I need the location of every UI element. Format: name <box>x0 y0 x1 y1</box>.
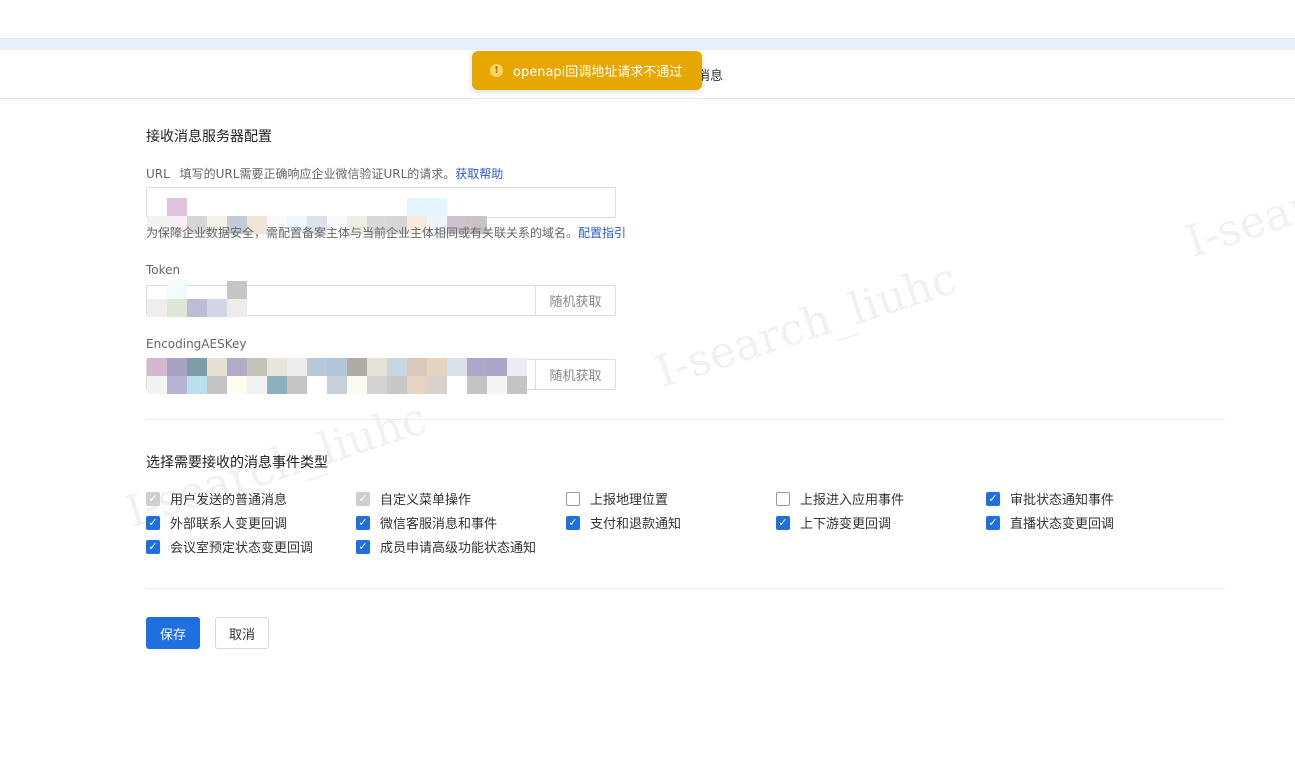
watermark: I-search_liuhc <box>1179 122 1295 269</box>
checkbox[interactable]: ✓ <box>776 515 790 530</box>
checkbox[interactable]: ✓ <box>986 515 1000 530</box>
event-checkbox-item[interactable]: ✓ 审批状态通知事件 <box>986 489 1114 508</box>
aes-label: EncodingAESKey <box>146 337 247 351</box>
check-icon: ✓ <box>148 540 158 553</box>
event-checkbox-label: 支付和退款通知 <box>590 517 682 532</box>
get-help-link[interactable]: 获取帮助 <box>455 167 503 181</box>
token-value-redacted <box>147 281 267 317</box>
event-checkbox-label: 微信客服消息和事件 <box>380 517 498 532</box>
events-title: 选择需要接收的消息事件类型 <box>146 455 328 471</box>
token-label: Token <box>146 263 181 277</box>
checkbox[interactable]: ✓ <box>356 539 370 554</box>
token-random-button[interactable]: 随机获取 <box>535 285 616 316</box>
section-divider <box>146 419 1225 420</box>
url-label-row: URL 填写的URL需要正确响应企业微信验证URL的请求。获取帮助 <box>146 165 503 182</box>
event-checkbox-label: 直播状态变更回调 <box>1010 517 1115 532</box>
check-icon: ✓ <box>148 516 158 529</box>
checkbox[interactable] <box>566 491 580 506</box>
checkbox[interactable]: ✓ <box>566 515 580 530</box>
url-label: URL <box>146 167 170 181</box>
warning-icon: ! <box>490 64 503 77</box>
check-icon: ✓ <box>988 516 998 529</box>
event-checkbox-label: 外部联系人变更回调 <box>170 517 288 532</box>
watermark: I-search_liuhc <box>649 252 963 399</box>
event-checkbox-item[interactable]: ✓ 上下游变更回调 <box>776 513 891 532</box>
event-checkbox-item: ✓ 自定义菜单操作 <box>356 489 471 508</box>
event-checkbox-label: 用户发送的普通消息 <box>170 493 288 508</box>
aes-random-button[interactable]: 随机获取 <box>535 359 616 390</box>
check-icon: ✓ <box>988 492 998 505</box>
event-checkbox-item[interactable]: ✓ 外部联系人变更回调 <box>146 513 287 532</box>
event-checkbox-item[interactable]: ✓ 支付和退款通知 <box>566 513 681 532</box>
warning-toast: ! openapi回调地址请求不通过 <box>472 51 702 90</box>
checkbox[interactable] <box>776 491 790 506</box>
event-checkbox-label: 会议室预定状态变更回调 <box>170 541 314 556</box>
check-icon: ✓ <box>148 492 158 505</box>
check-icon: ✓ <box>358 540 368 553</box>
checkbox[interactable]: ✓ <box>986 491 1000 506</box>
cancel-button[interactable]: 取消 <box>215 617 269 649</box>
checkbox[interactable]: ✓ <box>356 515 370 530</box>
event-checkbox-item[interactable]: ✓ 微信客服消息和事件 <box>356 513 497 532</box>
url-domain-note: 为保障企业数据安全，需配置备案主体与当前企业主体相同或有关联关系的域名。配置指引 <box>146 224 626 241</box>
header-strip <box>0 39 1295 50</box>
checkbox[interactable]: ✓ <box>146 539 160 554</box>
server-config-title: 接收消息服务器配置 <box>146 129 272 145</box>
event-checkbox-item[interactable]: 上报地理位置 <box>566 489 668 508</box>
event-checkbox-item: ✓ 用户发送的普通消息 <box>146 489 287 508</box>
aes-value-redacted <box>147 358 527 394</box>
event-checkbox-item[interactable]: ✓ 直播状态变更回调 <box>986 513 1114 532</box>
top-header <box>0 0 1295 39</box>
event-checkbox-label: 审批状态通知事件 <box>1010 493 1115 508</box>
config-guide-link[interactable]: 配置指引 <box>578 226 626 240</box>
checkbox[interactable]: ✓ <box>146 515 160 530</box>
event-checkbox-label: 上报进入应用事件 <box>800 493 905 508</box>
check-icon: ✓ <box>358 516 368 529</box>
event-checkbox-label: 成员申请高级功能状态通知 <box>380 541 537 556</box>
section-divider <box>146 588 1225 589</box>
checkbox: ✓ <box>356 491 370 506</box>
event-checkbox-label: 上报地理位置 <box>590 493 669 508</box>
save-button[interactable]: 保存 <box>146 617 200 649</box>
url-help-text: 填写的URL需要正确响应企业微信验证URL的请求。 <box>179 167 456 181</box>
event-checkbox-item[interactable]: 上报进入应用事件 <box>776 489 904 508</box>
check-icon: ✓ <box>778 516 788 529</box>
url-domain-note-text: 为保障企业数据安全，需配置备案主体与当前企业主体相同或有关联关系的域名。 <box>146 226 579 240</box>
check-icon: ✓ <box>568 516 578 529</box>
event-checkbox-item[interactable]: ✓ 会议室预定状态变更回调 <box>146 537 313 556</box>
check-icon: ✓ <box>358 492 368 505</box>
event-checkbox-item[interactable]: ✓ 成员申请高级功能状态通知 <box>356 537 536 556</box>
checkbox: ✓ <box>146 491 160 506</box>
event-checkbox-label: 上下游变更回调 <box>800 517 892 532</box>
event-checkbox-label: 自定义菜单操作 <box>380 493 472 508</box>
toast-message: openapi回调地址请求不通过 <box>513 65 683 80</box>
